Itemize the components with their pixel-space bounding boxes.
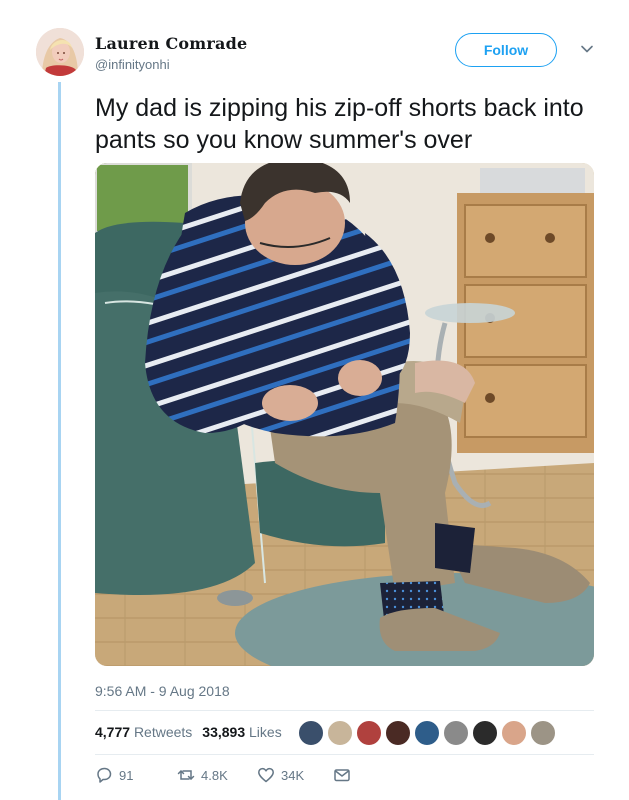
message-action[interactable] xyxy=(333,766,351,784)
divider-top xyxy=(95,710,594,711)
liker-avatar[interactable] xyxy=(327,720,353,746)
tweet-timestamp[interactable]: 9:56 AM - 9 Aug 2018 xyxy=(95,683,230,699)
author-avatar[interactable] xyxy=(36,28,84,76)
liker-avatar[interactable] xyxy=(443,720,469,746)
retweet-action[interactable]: 4.8K xyxy=(177,766,228,784)
like-action[interactable]: 34K xyxy=(257,766,304,784)
liker-avatar[interactable] xyxy=(356,720,382,746)
retweet-count: 4.8K xyxy=(201,767,228,783)
liker-avatar[interactable] xyxy=(385,720,411,746)
photo-illustration xyxy=(95,163,594,666)
chevron-down-icon[interactable] xyxy=(580,42,594,56)
retweets-count: 4,777 xyxy=(95,724,131,740)
engagement-stats: 4,777 Retweets 33,893 Likes xyxy=(95,724,282,740)
author-handle[interactable]: @infinityonhi xyxy=(95,57,170,72)
like-count: 34K xyxy=(281,767,305,783)
tweet-text: My dad is zipping his zip-off shorts bac… xyxy=(95,94,584,154)
divider-bottom xyxy=(95,754,594,755)
likes-stat[interactable]: 33,893 Likes xyxy=(202,724,281,740)
avatar-image xyxy=(36,28,84,76)
reply-action[interactable]: 91 xyxy=(95,766,133,784)
liker-avatar[interactable] xyxy=(414,720,440,746)
liker-avatar[interactable] xyxy=(530,720,556,746)
retweet-icon xyxy=(177,770,195,780)
reply-icon xyxy=(97,767,112,783)
author-display-name[interactable]: Lauren Comrade xyxy=(95,34,247,53)
retweets-stat[interactable]: 4,777 Retweets xyxy=(95,724,192,740)
liker-avatar[interactable] xyxy=(298,720,324,746)
tweet-photo[interactable] xyxy=(95,163,594,666)
liker-avatar[interactable] xyxy=(501,720,527,746)
thread-line xyxy=(58,82,61,800)
reply-count: 91 xyxy=(119,767,134,783)
likes-label: Likes xyxy=(249,724,282,740)
retweets-label: Retweets xyxy=(133,724,193,740)
heart-icon xyxy=(258,767,274,783)
follow-button[interactable]: Follow xyxy=(455,33,557,67)
likes-count: 33,893 xyxy=(202,724,246,740)
liker-avatar[interactable] xyxy=(472,720,498,746)
envelope-icon xyxy=(334,769,350,782)
